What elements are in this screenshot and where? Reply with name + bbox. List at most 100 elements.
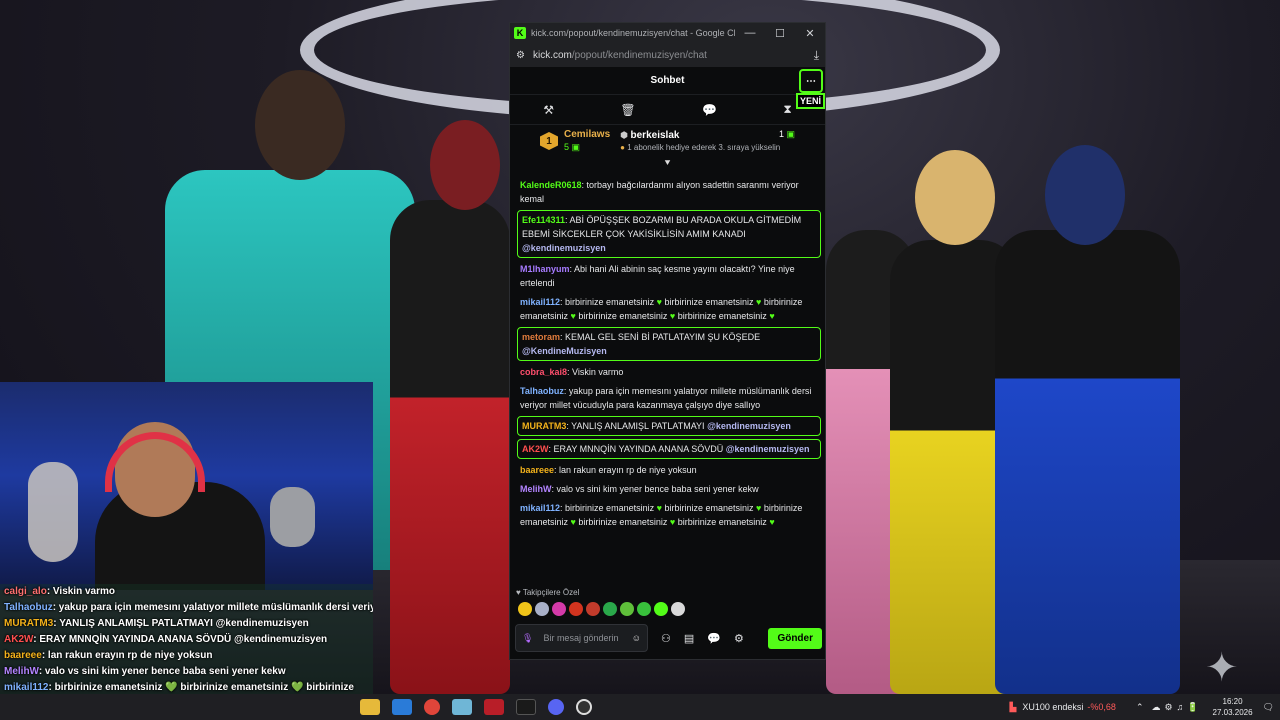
chat-mention[interactable]: @kendinemuzisyen	[707, 421, 791, 431]
chat-message[interactable]: Talhaobuz: yakup para için memesını yala…	[520, 383, 819, 413]
leader-name: Cemilaws	[564, 129, 611, 140]
chat-username[interactable]: AK2W	[522, 444, 549, 454]
overlay-username: AK2W	[4, 634, 34, 645]
chat-bubble-icon[interactable]: 💬	[702, 103, 717, 117]
chat-header: Sohbet ⋯ YENİ	[510, 67, 825, 109]
stock-name[interactable]: XU100 endeksi	[1022, 702, 1083, 712]
chat-message[interactable]: KalendeR0618: torbayı bağcılardanmı alıy…	[520, 177, 819, 207]
chat-message[interactable]: mikail112: birbirinize emanetsiniz ♥ bir…	[520, 500, 819, 530]
emoji-picker-icon[interactable]: ☺	[632, 633, 641, 643]
chat-text: : birbirinize emanetsiniz ♥ birbirinize …	[520, 503, 803, 527]
chat-message-list[interactable]: KalendeR0618: torbayı bağcılardanmı alıy…	[510, 177, 825, 581]
overlay-chat-line: calgi_alo: Viskin varmo	[0, 584, 373, 600]
chat-message[interactable]: cobra_kai8: Viskin varmo	[520, 364, 819, 380]
chat-text: : ERAY MNNQİN YAYINDA ANANA SÖVDÜ	[548, 444, 724, 454]
gift-leaderboard[interactable]: 1 Cemilaws 5 ▣ ⬢ berkeislak ● 1 abonelik…	[510, 125, 825, 157]
overlay-chat-line: MURATM3: YANLIŞ ANLAMIŞL PATLATMAYI @ken…	[0, 616, 373, 632]
emote-button[interactable]	[518, 602, 532, 616]
notification-icon[interactable]: 🗨	[1263, 702, 1274, 713]
chat-message[interactable]: MelihW: valo vs sini kim yener bence bab…	[520, 481, 819, 497]
chat-username[interactable]: MURATM3	[522, 421, 566, 431]
store-icon[interactable]: ▤	[684, 632, 694, 645]
chat-text: : YANLIŞ ANLAMIŞL PATLATMAYI	[566, 421, 705, 431]
input-placeholder: Bir mesaj gönderin	[543, 633, 619, 643]
overlay-chat-line: baareee: lan rakun erayın rp de niye yok…	[0, 648, 373, 664]
chat-username[interactable]: cobra_kai8	[520, 367, 567, 377]
send-button[interactable]: Gönder	[768, 627, 822, 649]
hourglass-icon[interactable]: ⧗	[783, 102, 791, 117]
second-name: berkeislak	[630, 129, 680, 141]
emote-button[interactable]	[586, 602, 600, 616]
overlay-chat-line: AK2W: ERAY MNNQİN YAYINDA ANANA SÖVDÜ @k…	[0, 632, 373, 648]
emote-button[interactable]	[603, 602, 617, 616]
microphone-icon[interactable]: 🎙	[522, 633, 533, 644]
emote-button[interactable]	[620, 602, 634, 616]
chat-popout-window: K kick.com/popout/kendinemuzisyen/chat -…	[509, 22, 826, 660]
file-explorer-icon[interactable]	[360, 699, 380, 715]
overlay-text: : yakup para için memesını yalatıyor mil…	[52, 602, 373, 613]
hexagon-icon: ⬢	[620, 129, 628, 140]
download-icon[interactable]: ⤓	[814, 48, 819, 63]
trash-icon[interactable]: 🗑	[620, 103, 635, 117]
webcam-feed	[0, 382, 373, 590]
chat-message[interactable]: metoram: KEMAL GEL SENİ Bİ PATLATAYIM ŞU…	[517, 327, 821, 361]
gifts-icon[interactable]: ⚇	[661, 632, 671, 645]
chat-message-input[interactable]: 🎙 Bir mesaj gönderin ☺	[515, 624, 648, 652]
settings-gear-icon[interactable]: ⚙	[734, 632, 744, 645]
address-bar[interactable]: ⚙ kick.com/popout/kendinemuzisyen/chat ⤓	[510, 43, 825, 67]
window-title: kick.com/popout/kendinemuzisyen/chat - G…	[531, 28, 735, 38]
chat-username[interactable]: KalendeR0618	[520, 180, 582, 190]
minimize-button[interactable]: —	[735, 27, 765, 39]
maximize-button[interactable]: ☐	[765, 27, 795, 40]
chat-message[interactable]: baareee: lan rakun erayın rp de niye yok…	[520, 462, 819, 478]
kick-logo-icon: K	[514, 27, 526, 39]
emote-button[interactable]	[671, 602, 685, 616]
outlook-icon[interactable]	[392, 699, 412, 715]
stock-change[interactable]: -%0,68	[1087, 702, 1116, 712]
clock[interactable]: 16:20 27.03.2026	[1213, 696, 1253, 718]
expand-pinned-icon[interactable]: ⯆	[510, 157, 825, 169]
emote-button[interactable]	[552, 602, 566, 616]
discord-icon[interactable]	[548, 699, 564, 715]
second-count: 1	[778, 129, 784, 139]
more-options-button[interactable]: ⋯	[799, 69, 823, 93]
url-text[interactable]: kick.com/popout/kendinemuzisyen/chat	[533, 50, 814, 61]
emote-button[interactable]	[569, 602, 583, 616]
chat-mention[interactable]: @kendinemuzisyen	[522, 243, 606, 253]
gift-note: 1 abonelik hediye ederek 3. sıraya yükse…	[627, 142, 781, 152]
chat-mention[interactable]: @KendineMuzisyen	[522, 346, 607, 356]
chat-message[interactable]: M1lhanyum: Abi hani Ali abinin saç kesme…	[520, 261, 819, 291]
site-info-icon[interactable]: ⚙	[516, 50, 525, 61]
chrome-icon[interactable]	[424, 699, 440, 715]
chat-message[interactable]: MURATM3: YANLIŞ ANLAMIŞL PATLATMAYI @ken…	[517, 416, 821, 436]
notes-icon[interactable]	[452, 699, 472, 715]
chat-username[interactable]: baareee	[520, 465, 554, 475]
close-button[interactable]: ✕	[795, 27, 825, 40]
tray-icons[interactable]: ☁⚙♫🔋	[1151, 702, 1202, 713]
chat-bubble-icon[interactable]: 💬	[707, 632, 721, 645]
hammer-icon[interactable]: ⚒	[543, 103, 554, 117]
chat-tool-row: ⚒ 🗑 💬 ⧗	[510, 95, 825, 125]
chat-username[interactable]: metoram	[522, 332, 560, 342]
emote-button[interactable]	[637, 602, 651, 616]
chat-mention[interactable]: @kendinemuzisyen	[726, 444, 810, 454]
chat-message[interactable]: AK2W: ERAY MNNQİN YAYINDA ANANA SÖVDÜ @k…	[517, 439, 821, 459]
emote-button[interactable]	[535, 602, 549, 616]
emote-button[interactable]	[654, 602, 668, 616]
stream-overlay-chat: calgi_alo: Viskin varmo Talhaobuz: yakup …	[0, 584, 373, 696]
chat-username[interactable]: M1lhanyum	[520, 264, 570, 274]
chat-text: : lan rakun erayın rp de niye yoksun	[554, 465, 697, 475]
window-titlebar[interactable]: K kick.com/popout/kendinemuzisyen/chat -…	[510, 23, 825, 43]
kick-app-icon[interactable]	[516, 699, 536, 715]
chat-username[interactable]: mikail112	[520, 297, 560, 307]
chat-composer: 🎙 Bir mesaj gönderin ☺ ⚇ ▤ 💬 ⚙ Gönder	[510, 622, 825, 654]
chevron-up-icon[interactable]: ⌃	[1136, 702, 1144, 713]
chat-message[interactable]: Efe114311: ABİ ÖPÜŞŞEK BOZARMI BU ARADA …	[517, 210, 821, 258]
chat-username[interactable]: Efe114311	[522, 215, 565, 225]
chat-username[interactable]: mikail112	[520, 503, 560, 513]
chat-username[interactable]: Talhaobuz	[520, 386, 564, 396]
chat-message[interactable]: mikail112: birbirinize emanetsiniz ♥ bir…	[520, 294, 819, 324]
chat-username[interactable]: MelihW	[520, 484, 552, 494]
obs-icon[interactable]	[576, 699, 592, 715]
app-icon[interactable]	[484, 699, 504, 715]
